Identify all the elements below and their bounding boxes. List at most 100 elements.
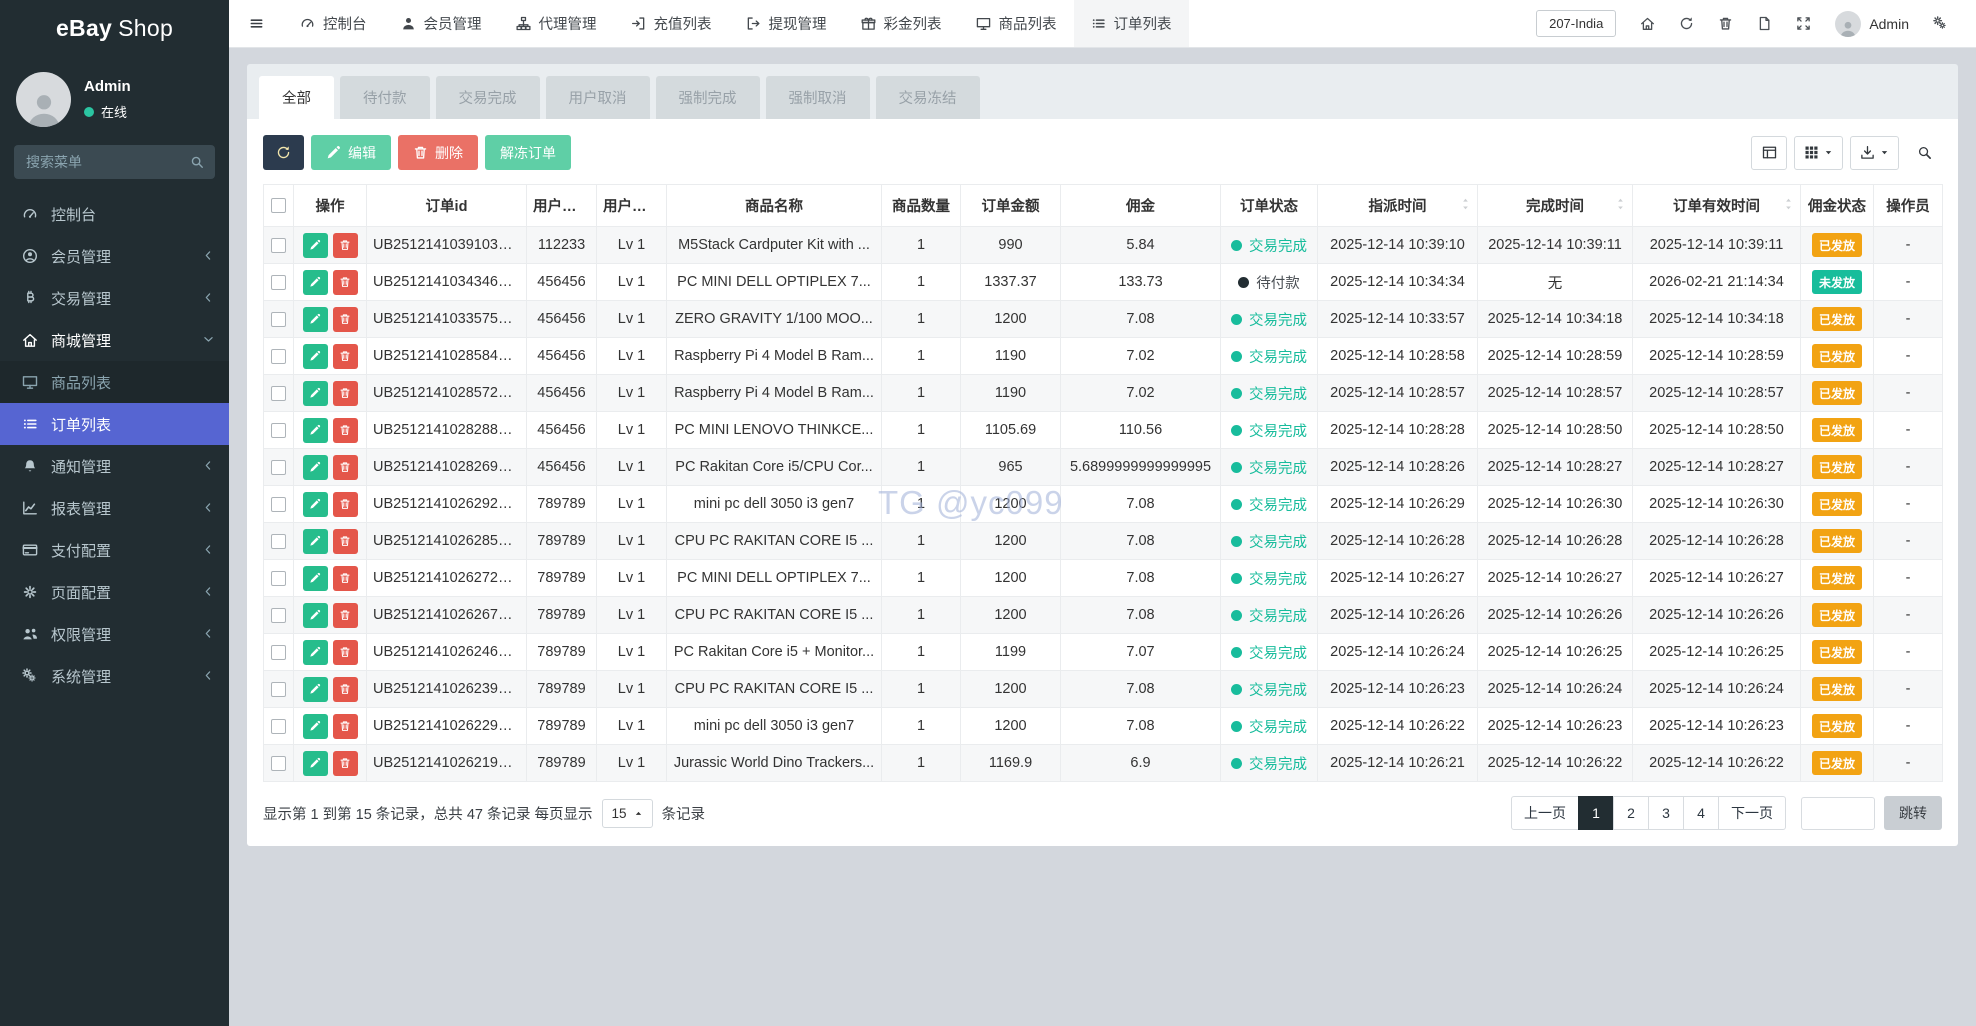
row-edit-button[interactable] bbox=[302, 269, 328, 295]
row-delete-button[interactable] bbox=[332, 417, 358, 443]
row-checkbox[interactable] bbox=[271, 274, 286, 290]
row-checkbox[interactable] bbox=[271, 422, 286, 438]
sidebar-item-notice[interactable]: 通知管理 bbox=[0, 445, 229, 487]
row-checkbox[interactable] bbox=[271, 459, 286, 475]
row-checkbox[interactable] bbox=[271, 496, 286, 512]
sidebar-item-dashboard[interactable]: 控制台 bbox=[0, 193, 229, 235]
nav-item-recharge[interactable]: 充值列表 bbox=[614, 0, 729, 47]
edit-button[interactable]: 编辑 bbox=[311, 135, 391, 170]
tab-待付款[interactable]: 待付款 bbox=[340, 76, 430, 119]
home-button[interactable] bbox=[1628, 16, 1667, 31]
row-checkbox[interactable] bbox=[271, 237, 286, 253]
row-delete-button[interactable] bbox=[332, 232, 358, 258]
row-delete-button[interactable] bbox=[332, 602, 358, 628]
sidebar-item-orders[interactable]: 订单列表 bbox=[0, 403, 229, 445]
row-delete-button[interactable] bbox=[332, 528, 358, 554]
nav-item-products[interactable]: 商品列表 bbox=[959, 0, 1074, 47]
hamburger-menu-icon[interactable] bbox=[229, 0, 283, 47]
row-delete-button[interactable] bbox=[332, 750, 358, 776]
row-delete-button[interactable] bbox=[332, 565, 358, 591]
tab-用户取消[interactable]: 用户取消 bbox=[545, 76, 650, 119]
row-edit-button[interactable] bbox=[302, 417, 328, 443]
refresh-button[interactable] bbox=[263, 135, 304, 170]
tab-交易完成[interactable]: 交易完成 bbox=[435, 76, 540, 119]
topnav-user-name[interactable]: Admin bbox=[1869, 16, 1909, 32]
row-delete-button[interactable] bbox=[332, 306, 358, 332]
row-checkbox[interactable] bbox=[271, 718, 286, 734]
row-edit-button[interactable] bbox=[302, 454, 328, 480]
nav-item-agents[interactable]: 代理管理 bbox=[499, 0, 614, 47]
row-delete-button[interactable] bbox=[332, 380, 358, 406]
page-button-4[interactable]: 4 bbox=[1683, 796, 1719, 830]
sidebar-item-system[interactable]: 系统管理 bbox=[0, 655, 229, 697]
row-delete-button[interactable] bbox=[332, 713, 358, 739]
language-selector[interactable]: 207-India bbox=[1536, 10, 1617, 37]
brand-logo[interactable]: eBay Shop bbox=[0, 0, 229, 57]
row-checkbox[interactable] bbox=[271, 385, 286, 401]
sidebar-item-trade[interactable]: 交易管理 bbox=[0, 277, 229, 319]
sidebar-item-payment[interactable]: 支付配置 bbox=[0, 529, 229, 571]
settings-gears-icon[interactable] bbox=[1921, 16, 1960, 31]
next-page-button[interactable]: 下一页 bbox=[1718, 796, 1786, 830]
column-header-订单有效时间[interactable]: 订单有效时间 bbox=[1632, 184, 1801, 227]
page-button-3[interactable]: 3 bbox=[1648, 796, 1684, 830]
row-checkbox[interactable] bbox=[271, 311, 286, 327]
row-edit-button[interactable] bbox=[302, 676, 328, 702]
sidebar-item-permission[interactable]: 权限管理 bbox=[0, 613, 229, 655]
detail-view-button[interactable] bbox=[1751, 135, 1787, 170]
row-checkbox[interactable] bbox=[271, 348, 286, 364]
row-delete-button[interactable] bbox=[332, 676, 358, 702]
row-edit-button[interactable] bbox=[302, 343, 328, 369]
prev-page-button[interactable]: 上一页 bbox=[1511, 796, 1579, 830]
row-edit-button[interactable] bbox=[302, 380, 328, 406]
nav-item-withdraw[interactable]: 提现管理 bbox=[729, 0, 844, 47]
row-edit-button[interactable] bbox=[302, 232, 328, 258]
column-header-完成时间[interactable]: 完成时间 bbox=[1477, 184, 1633, 227]
row-delete-button[interactable] bbox=[332, 491, 358, 517]
sidebar-item-mall[interactable]: 商城管理 bbox=[0, 319, 229, 361]
user-status[interactable]: 在线 bbox=[84, 102, 131, 121]
row-edit-button[interactable] bbox=[302, 750, 328, 776]
delete-button[interactable]: 删除 bbox=[398, 135, 478, 170]
page-size-dropdown[interactable]: 15 bbox=[601, 798, 653, 828]
nav-item-dashboard[interactable]: 控制台 bbox=[283, 0, 384, 47]
row-edit-button[interactable] bbox=[302, 306, 328, 332]
page-jump-input[interactable] bbox=[1801, 796, 1875, 830]
page-button-2[interactable]: 2 bbox=[1613, 796, 1649, 830]
row-edit-button[interactable] bbox=[302, 713, 328, 739]
row-delete-button[interactable] bbox=[332, 269, 358, 295]
sidebar-item-members[interactable]: 会员管理 bbox=[0, 235, 229, 277]
row-checkbox[interactable] bbox=[271, 681, 286, 697]
row-edit-button[interactable] bbox=[302, 602, 328, 628]
row-edit-button[interactable] bbox=[302, 528, 328, 554]
row-delete-button[interactable] bbox=[332, 639, 358, 665]
page-jump-button[interactable]: 跳转 bbox=[1884, 796, 1942, 830]
tab-交易冻结[interactable]: 交易冻结 bbox=[875, 76, 980, 119]
row-checkbox[interactable] bbox=[271, 644, 286, 660]
search-input[interactable] bbox=[14, 145, 179, 179]
row-delete-button[interactable] bbox=[332, 454, 358, 480]
row-checkbox[interactable] bbox=[271, 533, 286, 549]
row-checkbox[interactable] bbox=[271, 607, 286, 623]
export-button[interactable] bbox=[1850, 135, 1899, 170]
file-button[interactable] bbox=[1745, 16, 1784, 31]
nav-item-bonus[interactable]: 彩金列表 bbox=[844, 0, 959, 47]
tab-强制完成[interactable]: 强制完成 bbox=[655, 76, 760, 119]
column-header-指派时间[interactable]: 指派时间 bbox=[1317, 184, 1478, 227]
sidebar-item-products[interactable]: 商品列表 bbox=[0, 361, 229, 403]
search-icon[interactable] bbox=[179, 155, 215, 169]
row-checkbox[interactable] bbox=[271, 570, 286, 586]
sidebar-item-reports[interactable]: 报表管理 bbox=[0, 487, 229, 529]
fullscreen-button[interactable] bbox=[1784, 16, 1823, 31]
nav-item-orders[interactable]: 订单列表 bbox=[1073, 0, 1189, 47]
unfreeze-order-button[interactable]: 解冻订单 bbox=[485, 135, 571, 170]
row-delete-button[interactable] bbox=[332, 343, 358, 369]
trash-button[interactable] bbox=[1706, 16, 1745, 31]
refresh-button[interactable] bbox=[1667, 16, 1706, 31]
row-edit-button[interactable] bbox=[302, 491, 328, 517]
topnav-avatar[interactable] bbox=[1835, 10, 1862, 37]
page-button-1[interactable]: 1 bbox=[1578, 796, 1614, 830]
sidebar-item-pages[interactable]: 页面配置 bbox=[0, 571, 229, 613]
tab-全部[interactable]: 全部 bbox=[259, 76, 334, 119]
tab-强制取消[interactable]: 强制取消 bbox=[765, 76, 870, 119]
